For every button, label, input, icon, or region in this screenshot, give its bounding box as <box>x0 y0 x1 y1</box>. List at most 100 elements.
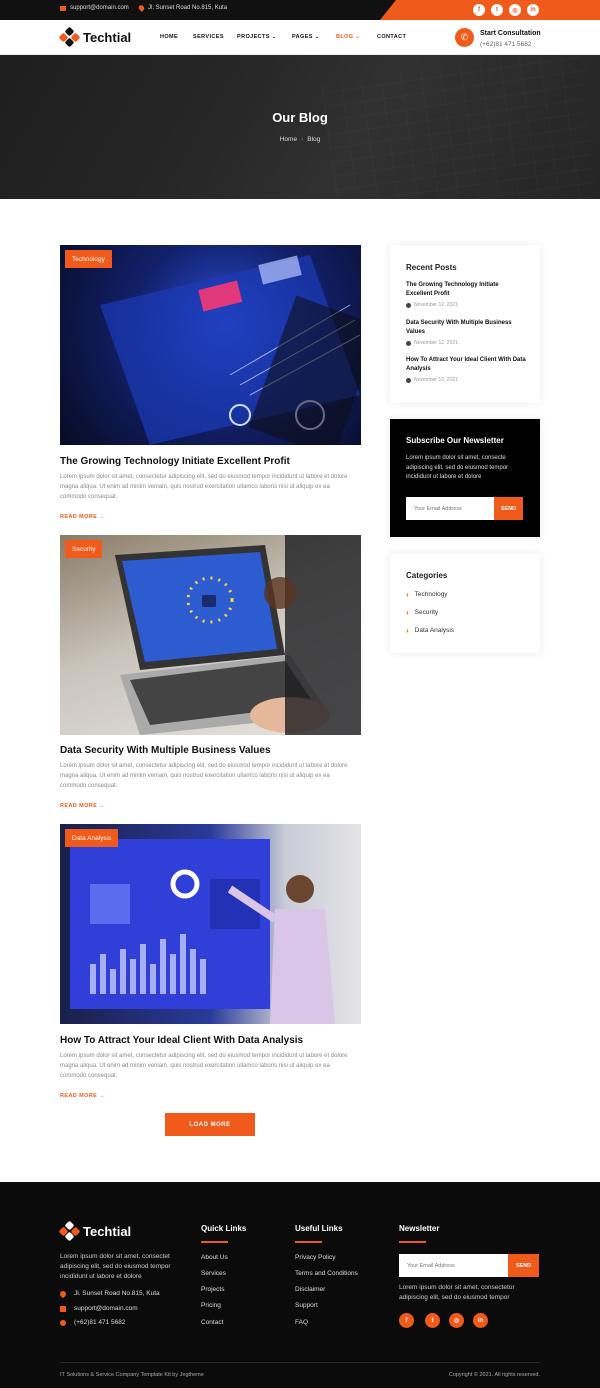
footer-email-input[interactable] <box>399 1254 508 1277</box>
recent-post-title[interactable]: How To Attract Your Ideal Client With Da… <box>406 356 526 373</box>
footer-link[interactable]: Terms and Conditions <box>295 1270 358 1277</box>
footer-link[interactable]: Privacy Policy <box>295 1254 335 1261</box>
clock-icon <box>406 340 411 346</box>
linkedin-icon[interactable]: in <box>527 4 539 16</box>
twitter-icon[interactable]: t <box>425 1313 440 1328</box>
read-more-link[interactable]: READ MORE → <box>60 803 105 809</box>
recent-post-date: November 12, 2021 <box>406 340 458 346</box>
footer-link[interactable]: FAQ <box>295 1319 308 1326</box>
logo-mark-icon <box>58 1220 81 1242</box>
footer-link[interactable]: Disclaimer <box>295 1286 325 1293</box>
cta-title[interactable]: Start Consultation <box>480 30 541 37</box>
top-address: Jl. Sunset Road No.815, Kuta <box>137 4 227 12</box>
nav-home[interactable]: HOME <box>160 34 178 40</box>
footer-link[interactable]: Services <box>201 1270 226 1277</box>
footer-link[interactable]: Pricing <box>201 1302 221 1309</box>
category-link[interactable]: › Data Analysis <box>406 626 454 635</box>
top-email-text: support@domain.com <box>70 5 129 11</box>
recent-post-date: November 12, 2021 <box>406 377 458 383</box>
chevron-down-icon: ⌄ <box>314 34 320 40</box>
widget-title: Recent Posts <box>406 263 457 272</box>
laptop-illustration <box>115 535 361 735</box>
read-more-link[interactable]: READ MORE → <box>60 1093 105 1099</box>
chevron-right-icon: › <box>406 626 409 635</box>
category-tag[interactable]: Security <box>65 540 103 558</box>
read-more-link[interactable]: READ MORE → <box>60 514 105 520</box>
footer-phone[interactable]: (+62)81 471 5682 <box>60 1319 126 1326</box>
footer-send-button[interactable]: SEND <box>508 1254 539 1277</box>
recent-post-date-text: November 12, 2021 <box>414 377 458 383</box>
footer-email-text: support@domain.com <box>74 1305 138 1312</box>
nav-projects[interactable]: PROJECTS ⌄ <box>237 34 276 40</box>
nav-blog-label: BLOG <box>336 34 354 40</box>
footer-link[interactable]: Support <box>295 1302 318 1309</box>
footer-address-text: Jl. Sunset Road No.815, Kuta <box>74 1290 160 1297</box>
post-image[interactable]: Technology <box>60 245 361 445</box>
nav-blog[interactable]: BLOG ⌄ <box>336 34 360 40</box>
category-link[interactable]: › Technology <box>406 590 448 599</box>
phone-icon[interactable]: ✆ <box>455 28 474 47</box>
post-excerpt: Lorem ipsum dolor sit amet, consectetur … <box>60 763 348 789</box>
heading-underline <box>201 1241 228 1243</box>
twitter-icon[interactable]: t <box>491 4 503 16</box>
nav-pages[interactable]: PAGES ⌄ <box>292 34 319 40</box>
read-more-label: READ MORE <box>60 1093 98 1099</box>
breadcrumb: Home › Blog <box>0 136 600 143</box>
arrow-right-icon: → <box>99 1093 106 1099</box>
category-link[interactable]: › Security <box>406 608 438 617</box>
footer-copyright: Copyright © 2021. All rights reserved. <box>448 1372 540 1378</box>
top-email[interactable]: support@domain.com <box>60 5 129 11</box>
post-image[interactable]: Security <box>60 535 361 735</box>
load-more-button[interactable]: LOAD MORE <box>165 1113 255 1136</box>
tablet-illustration <box>100 255 361 445</box>
top-bar: support@domain.com Jl. Sunset Road No.81… <box>0 0 600 20</box>
category-tag[interactable]: Data Analysis <box>65 829 119 847</box>
nav-home-label: HOME <box>160 34 179 40</box>
category-label: Technology <box>414 591 448 598</box>
mail-icon <box>60 1305 66 1312</box>
footer-logo[interactable]: Techtial <box>58 1220 131 1242</box>
nav-services[interactable]: SERVICES <box>193 34 224 40</box>
breadcrumb-current: Blog <box>307 136 321 143</box>
location-icon <box>137 4 146 12</box>
footer-credit: IT Solutions & Service Company Template … <box>60 1372 204 1378</box>
quick-links-title: Quick Links <box>201 1224 247 1233</box>
nav-pages-label: PAGES <box>292 34 313 40</box>
nav-contact[interactable]: CONTACT <box>377 34 406 40</box>
recent-post-title[interactable]: The Growing Technology Initiate Excellen… <box>406 281 526 298</box>
chevron-down-icon: ⌄ <box>271 34 277 40</box>
facebook-icon[interactable]: f <box>473 4 485 16</box>
breadcrumb-home[interactable]: Home <box>280 136 297 143</box>
heading-underline <box>399 1241 426 1243</box>
footer-email[interactable]: support@domain.com <box>60 1305 138 1312</box>
footer-link[interactable]: Projects <box>201 1286 224 1293</box>
instagram-icon[interactable]: ◎ <box>449 1313 464 1328</box>
location-icon <box>58 1289 68 1298</box>
nav-services-label: SERVICES <box>193 34 224 40</box>
footer-newsletter-title: Newsletter <box>399 1224 440 1233</box>
top-bar-accent <box>380 0 600 20</box>
post-image[interactable]: Data Analysis <box>60 824 361 1024</box>
brand-name: Techtial <box>83 29 132 45</box>
footer-link[interactable]: About Us <box>201 1254 228 1261</box>
post-title[interactable]: Data Security With Multiple Business Val… <box>60 745 271 756</box>
post-excerpt: Lorem ipsum dolor sit amet, consectetur … <box>60 474 348 500</box>
post-excerpt: Lorem ipsum dolor sit amet, consectetur … <box>60 1053 348 1079</box>
instagram-icon[interactable]: ◎ <box>509 4 521 16</box>
clock-icon <box>406 302 411 308</box>
nav-contact-label: CONTACT <box>377 34 407 40</box>
phone-icon <box>60 1319 66 1326</box>
recent-post-date: November 12, 2021 <box>406 302 458 308</box>
category-tag[interactable]: Technology <box>65 250 112 268</box>
chevron-right-icon: › <box>406 608 409 617</box>
post-title[interactable]: How To Attract Your Ideal Client With Da… <box>60 1035 303 1046</box>
recent-post-date-text: November 12, 2021 <box>414 340 458 346</box>
post-title[interactable]: The Growing Technology Initiate Excellen… <box>60 456 290 467</box>
footer-link[interactable]: Contact <box>201 1319 223 1326</box>
recent-post-title[interactable]: Data Security With Multiple Business Val… <box>406 319 526 336</box>
facebook-icon[interactable]: f <box>399 1313 414 1328</box>
brand-logo[interactable]: Techtial <box>58 26 132 48</box>
newsletter-send-button[interactable]: SEND <box>494 497 523 520</box>
linkedin-icon[interactable]: in <box>473 1313 488 1328</box>
newsletter-email-input[interactable] <box>406 497 494 520</box>
